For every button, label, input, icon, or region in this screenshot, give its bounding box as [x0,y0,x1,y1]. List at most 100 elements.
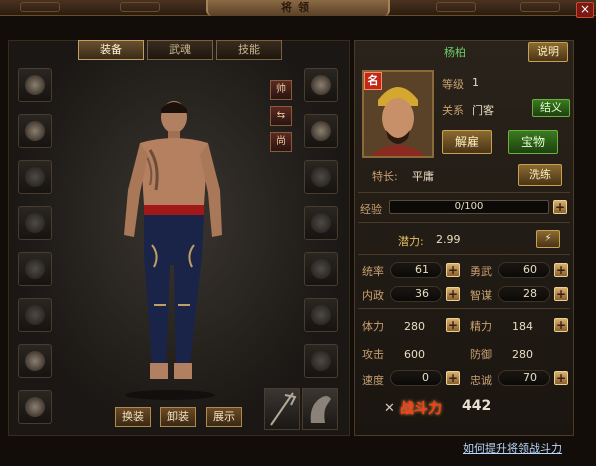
book-icon [311,351,331,371]
title-ornament [520,2,560,12]
equip-slot-shoulder[interactable] [18,206,52,240]
equip-slot-ring-2[interactable] [304,114,338,148]
combat-power-value: 442 [462,398,492,414]
side-button-1[interactable]: 帅 [270,80,292,100]
equip-slot-amulet[interactable] [304,160,338,194]
title-ornament [20,2,60,12]
token-icon [311,259,331,279]
character-model [124,101,222,400]
refine-button[interactable]: 洗练 [518,164,562,186]
stat-label: 勇武 [470,265,492,278]
level-label: 等级 [442,78,464,91]
potential-value: 2.99 [436,233,461,246]
general-name: 杨柏 [444,46,466,59]
relation-value: 门客 [472,104,494,117]
stat-plus-button[interactable]: + [554,263,568,277]
attr-plus-button[interactable]: + [554,371,568,385]
ring-icon [311,75,331,95]
stat-plus-button[interactable]: + [446,263,460,277]
stat-value: 60 [498,262,550,278]
combat-power-label: 战斗力 [400,401,442,417]
attr-label: 精力 [470,320,492,333]
unequip-button[interactable]: 卸装 [160,407,196,427]
show-button[interactable]: 展示 [206,407,242,427]
weapon-special-slot[interactable] [264,388,300,430]
stat-plus-button[interactable]: + [446,287,460,301]
stat-plus-button[interactable]: + [554,287,568,301]
divider [358,308,570,309]
stat-label: 统率 [362,265,384,278]
swap-outfit-button[interactable]: 换装 [115,407,151,427]
name-badge: 名 [364,72,382,90]
stat-value: 61 [390,262,442,278]
attr-label: 防御 [470,348,492,361]
mount-slot[interactable] [302,388,338,430]
equip-slot-seal[interactable] [304,298,338,332]
helmet-icon [25,75,45,95]
boots-icon [25,397,45,417]
equip-slot-pendant[interactable] [304,206,338,240]
title-bar: 将领 × [0,0,596,18]
tab-bar: 装备 武魂 技能 [78,40,282,60]
relation-label: 关系 [442,104,464,117]
bond-button[interactable]: 结义 [532,99,570,117]
title-ornament [120,2,160,12]
weapon-icon [25,351,45,371]
attr-label: 忠诚 [470,374,492,387]
attr-plus-button[interactable]: + [554,318,568,332]
treasure-button[interactable]: 宝物 [508,130,558,154]
exp-label: 经验 [360,203,382,216]
specialty-value: 平庸 [412,170,434,183]
equip-slot-gloves[interactable] [18,252,52,286]
attr-value: 0 [390,370,442,386]
close-button[interactable]: × [576,2,594,18]
amulet-icon [311,167,331,187]
divider [358,192,570,193]
attr-value: 280 [404,320,425,333]
equip-slot-token[interactable] [304,252,338,286]
potential-label: 潜力: [398,235,424,248]
divider [358,254,570,255]
window-title: 将领 [206,0,390,16]
equip-slot-helmet[interactable] [18,68,52,102]
equip-slot-ring[interactable] [304,68,338,102]
equip-slot-weapon[interactable] [18,344,52,378]
seal-icon [311,305,331,325]
help-link[interactable]: 如何提升将领战斗力 [463,440,562,456]
attr-label: 攻击 [362,348,384,361]
attr-value: 70 [498,370,550,386]
swap-icon[interactable]: ⇆ [270,106,292,126]
dismiss-button[interactable]: 解雇 [442,130,492,154]
pendant-icon [311,213,331,233]
tab-skills[interactable]: 技能 [216,40,282,60]
equip-slot-necklace[interactable] [18,114,52,148]
equip-slot-armor[interactable] [18,160,52,194]
equip-slot-boots[interactable] [18,390,52,424]
side-button-3[interactable]: 尚 [270,132,292,152]
attr-value: 600 [404,348,425,361]
attr-value: 280 [512,348,533,361]
equip-slot-belt[interactable] [18,298,52,332]
ring-icon [311,121,331,141]
attr-label: 速度 [362,374,384,387]
tab-soul[interactable]: 武魂 [147,40,213,60]
attr-value: 184 [512,320,533,333]
explain-button[interactable]: 说明 [528,42,568,62]
exp-value: 0/100 [454,201,484,212]
stat-label: 智谋 [470,289,492,302]
stat-value: 36 [390,286,442,302]
gloves-icon [25,259,45,279]
belt-icon [25,305,45,325]
shoulder-icon [25,213,45,233]
horse-icon [310,396,331,423]
exp-plus-button[interactable]: + [553,200,567,214]
attr-plus-button[interactable]: + [446,318,460,332]
equip-slot-book[interactable] [304,344,338,378]
stat-label: 内政 [362,289,384,302]
attr-label: 体力 [362,320,384,333]
potential-icon[interactable]: ⚡ [536,230,560,248]
tab-equipment[interactable]: 装备 [78,40,144,60]
attr-plus-button[interactable]: + [446,371,460,385]
level-value: 1 [472,76,479,89]
specialty-label: 特长: [372,170,398,183]
